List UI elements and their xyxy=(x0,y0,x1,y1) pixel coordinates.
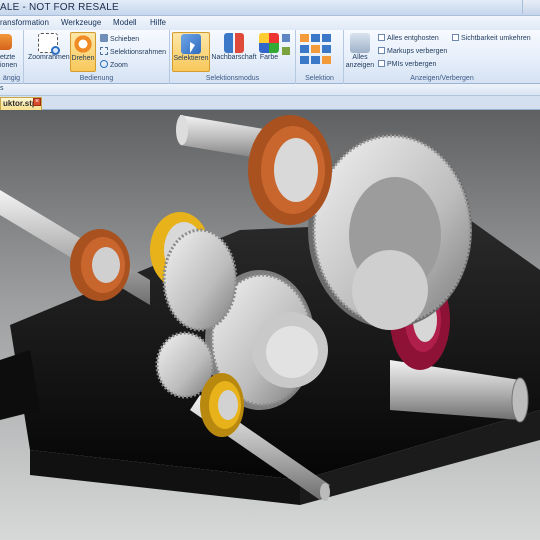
zoomrahmen-label: Zoomrahmen xyxy=(28,54,70,61)
zoom-label: Zoom xyxy=(110,62,128,69)
alles-entghosten-checkbox[interactable] xyxy=(378,34,385,41)
undo-icon[interactable] xyxy=(0,34,12,50)
neighborhood-icon xyxy=(224,33,244,53)
selektieren-label: Selektieren xyxy=(173,55,209,62)
selection-frame-icon xyxy=(100,47,108,55)
selektionsmodus-group-label: Selektionsmodus xyxy=(205,75,260,82)
zoom-frame-icon xyxy=(38,33,60,55)
show-all-icon xyxy=(350,33,370,53)
ribbon-group-selektion: Selektion xyxy=(296,30,344,84)
bedienung-group-label: Bedienung xyxy=(79,75,114,82)
color-palette-icon xyxy=(259,33,279,53)
markups-verbergen-label: Markups verbergen xyxy=(387,48,448,55)
pmis-verbergen-label: PMIs verbergen xyxy=(387,61,437,68)
selektieren-button[interactable]: Selektieren xyxy=(172,32,210,72)
mode-small-icon-2[interactable] xyxy=(282,47,290,55)
document-tab-bar: uktor.stp × xyxy=(0,96,540,110)
title-bar: ALE - NOT FOR RESALE xyxy=(0,0,540,16)
pmis-verbergen-checkbox[interactable] xyxy=(378,60,385,67)
menu-transformation[interactable]: ransformation xyxy=(0,18,49,27)
menu-modell[interactable]: Modell xyxy=(113,18,137,27)
move-icon xyxy=(100,34,108,42)
zoom-button[interactable]: Zoom xyxy=(100,60,128,71)
ribbon-group-bedienung: Zoomrahmen Drehen Schieben Selektionsrah… xyxy=(24,30,170,84)
window-title: ALE - NOT FOR RESALE xyxy=(0,2,119,13)
sichtbarkeit-umkehren-button[interactable]: Sichtbarkeit umkehren xyxy=(452,34,531,45)
selektionsrahmen-label: Selektionsrahmen xyxy=(110,49,167,56)
selektion-group-label: Selektion xyxy=(305,75,334,82)
zoomrahmen-button[interactable]: Zoomrahmen xyxy=(28,32,70,70)
farbe-label: Farbe xyxy=(259,54,279,61)
rotate-icon xyxy=(73,34,93,54)
partial-group-label: ängig xyxy=(2,75,21,82)
ribbon-group-anzeigen: Alles anzeigen Alles entghosten Markups … xyxy=(344,30,540,84)
drehen-label: Drehen xyxy=(71,55,95,62)
nachbarschaft-button[interactable]: Nachbarschaft xyxy=(211,32,257,70)
strip-text: s xyxy=(0,85,4,92)
ribbon-group-selektionsmodus: Selektieren Nachbarschaft Farbe Selektio… xyxy=(170,30,296,84)
document-tab-label: uktor.stp xyxy=(3,99,37,108)
quick-access-strip: s xyxy=(0,84,540,96)
gear-reducer-model xyxy=(0,115,540,505)
markups-verbergen-checkbox[interactable] xyxy=(378,47,385,54)
alles-entghosten-label: Alles entghosten xyxy=(387,35,439,42)
upper-shaft xyxy=(176,115,332,225)
menu-hilfe[interactable]: Hilfe xyxy=(150,18,166,27)
menu-bar: ransformation Werkzeuge Modell Hilfe xyxy=(0,16,540,30)
nachbarschaft-label: Nachbarschaft xyxy=(211,54,257,61)
sichtbarkeit-umkehren-label: Sichtbarkeit umkehren xyxy=(461,35,531,42)
3d-viewport[interactable] xyxy=(0,110,540,540)
farbe-button[interactable]: Farbe xyxy=(258,32,280,70)
markups-verbergen-button[interactable]: Markups verbergen xyxy=(378,47,447,58)
select-cursor-icon xyxy=(181,34,201,54)
window-control-button[interactable] xyxy=(522,0,540,14)
sichtbarkeit-umkehren-checkbox[interactable] xyxy=(452,34,459,41)
close-tab-icon[interactable]: × xyxy=(33,98,41,106)
drehen-button[interactable]: Drehen xyxy=(70,32,96,72)
magnifier-icon xyxy=(100,60,108,68)
alles-anzeigen-button[interactable]: Alles anzeigen xyxy=(344,32,376,70)
mode-small-icon-1[interactable] xyxy=(282,34,290,42)
alles-anzeigen-label-1: Alles xyxy=(352,54,368,61)
ribbon: etzte ionen ängig Zoomrahmen Drehen Schi… xyxy=(0,30,540,84)
partial-label-1[interactable]: etzte xyxy=(0,54,15,61)
pmis-verbergen-button[interactable]: PMIs verbergen xyxy=(378,60,436,71)
alles-entghosten-button[interactable]: Alles entghosten xyxy=(378,34,439,45)
schieben-label: Schieben xyxy=(110,36,140,43)
ribbon-group-partial: etzte ionen ängig xyxy=(0,30,24,84)
selektionsrahmen-button[interactable]: Selektionsrahmen xyxy=(100,47,166,58)
schieben-button[interactable]: Schieben xyxy=(100,34,139,45)
menu-werkzeuge[interactable]: Werkzeuge xyxy=(61,18,101,27)
anzeigen-group-label: Anzeigen/Verbergen xyxy=(410,75,474,82)
partial-label-2[interactable]: ionen xyxy=(0,62,17,69)
selection-grid-icons[interactable] xyxy=(300,34,340,66)
alles-anzeigen-label-2: anzeigen xyxy=(345,62,375,69)
